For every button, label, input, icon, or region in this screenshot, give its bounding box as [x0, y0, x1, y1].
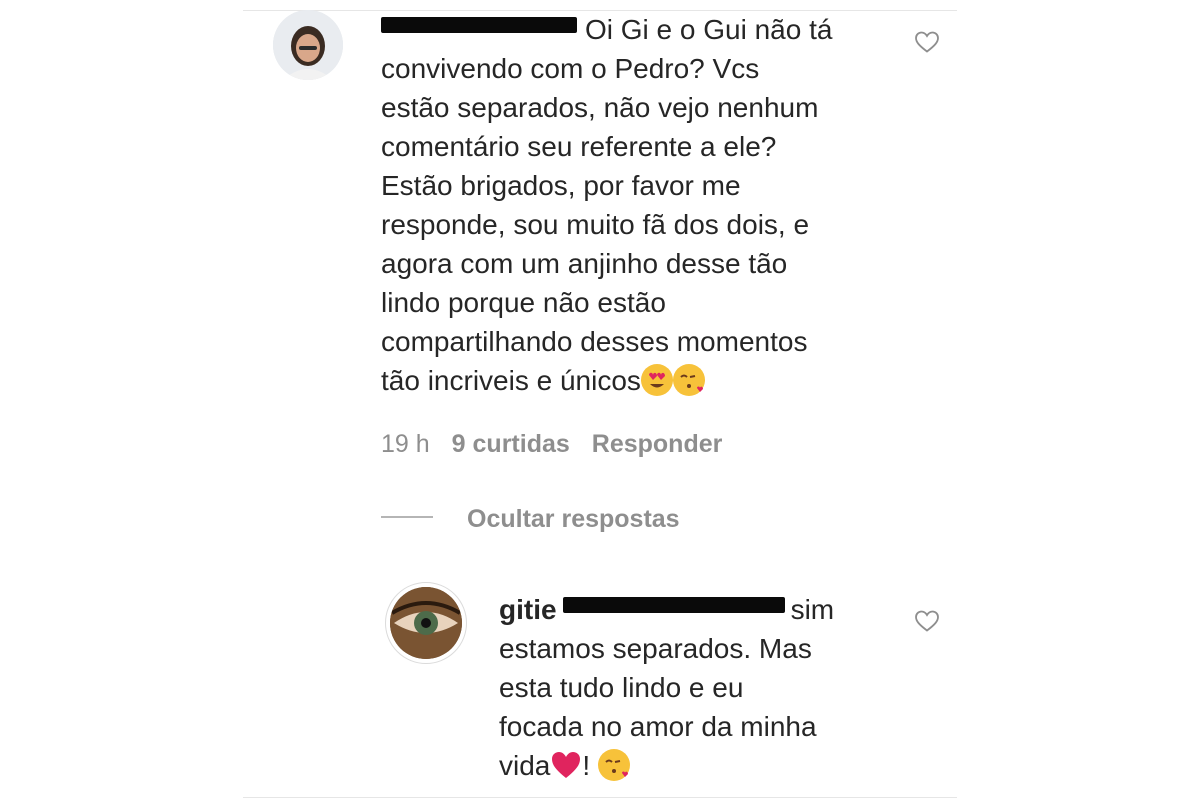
- reply-line: focada no amor da minha: [499, 711, 817, 742]
- comment-line: lindo porque não estão: [381, 287, 666, 318]
- comment-line-last: tão incriveis e únicos: [381, 361, 881, 400]
- hide-replies-toggle[interactable]: Ocultar respostas: [381, 505, 680, 534]
- bottom-divider: [243, 797, 957, 798]
- reply-line: estamos separados. Mas: [499, 633, 812, 664]
- reply-line-1: gitie sim: [499, 594, 835, 625]
- reply-line-last: vida!: [499, 746, 879, 785]
- red-heart-emoji-icon: [550, 749, 582, 781]
- comment-line: responde, sou muito fã dos dois, e: [381, 209, 810, 240]
- comment-line: comentário seu referente a ele?: [381, 131, 777, 162]
- kissing-heart-emoji-icon: [597, 749, 630, 781]
- comment-meta-row: 19 h 9 curtidas Responder: [381, 430, 744, 459]
- likes-count-link[interactable]: 9 curtidas: [452, 430, 570, 458]
- reply-like-heart-icon[interactable]: [914, 609, 940, 633]
- reply-line: esta tudo lindo e eu: [499, 672, 744, 703]
- eye-photo-icon: [390, 587, 462, 659]
- reply-button[interactable]: Responder: [592, 430, 723, 458]
- reply-avatar[interactable]: [390, 587, 462, 659]
- hide-replies-label: Ocultar respostas: [467, 505, 680, 533]
- heart-eyes-emoji-icon: [640, 364, 673, 396]
- reply-body: gitie sim estamos separados. Mas esta tud…: [499, 590, 879, 785]
- redacted-username: [381, 17, 577, 33]
- comment-line: compartilhando desses momentos: [381, 326, 808, 357]
- comment-body: Oi Gi e o Gui não tá convivendo com o Pe…: [381, 10, 881, 400]
- comment-line: Estão brigados, por favor me: [381, 170, 741, 201]
- commenter-avatar[interactable]: [273, 10, 343, 80]
- redacted-mention: [562, 597, 785, 613]
- comment-line: estão separados, não vejo nenhum: [381, 92, 819, 123]
- comment-timestamp: 19 h: [381, 430, 430, 458]
- comment-line: convivendo com o Pedro? Vcs: [381, 53, 760, 84]
- kissing-heart-emoji-icon: [672, 364, 705, 396]
- comment-text-first: Oi Gi e o Gui não tá: [585, 14, 833, 45]
- replies-line-divider: [381, 516, 433, 518]
- reply-username[interactable]: gitie: [499, 594, 557, 625]
- like-heart-icon[interactable]: [914, 30, 940, 54]
- comment-line-1: Oi Gi e o Gui não tá: [381, 10, 881, 49]
- person-photo-icon: [273, 10, 343, 80]
- comment-line: agora com um anjinho desse tão: [381, 248, 788, 279]
